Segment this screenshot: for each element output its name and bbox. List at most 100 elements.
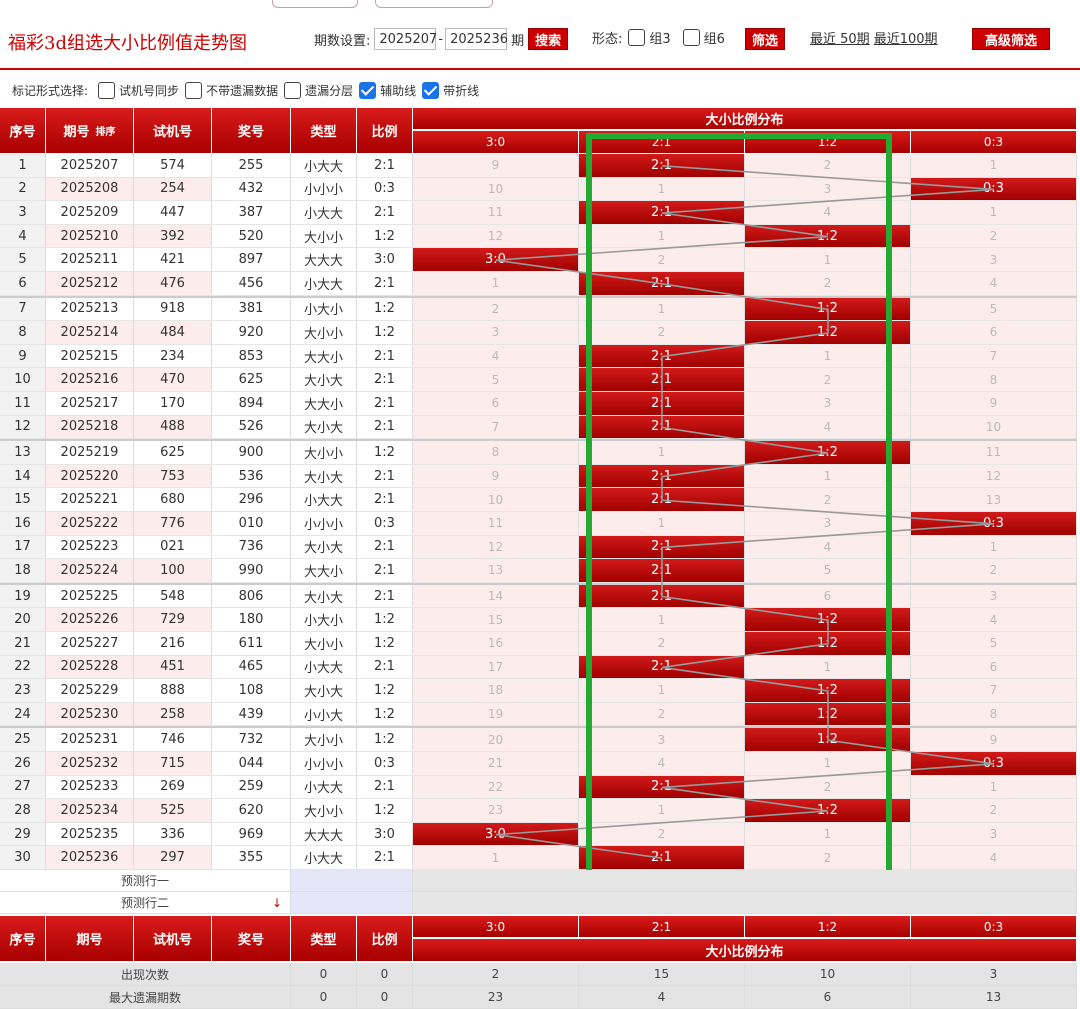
row-ratio: 0:3: [357, 512, 413, 536]
header-period[interactable]: 期号 排序: [46, 108, 134, 154]
miss-cell: 19: [413, 702, 579, 727]
recent-100-link[interactable]: 最近100期: [874, 28, 938, 47]
header-type: 类型: [291, 108, 357, 154]
recent-links: 最近 50期 最近100期: [802, 28, 938, 47]
row-ratio: 2:1: [357, 775, 413, 800]
row-prize: 990: [212, 559, 291, 583]
predict-row-1[interactable]: 预测行一: [0, 870, 291, 892]
row-trial: 776: [134, 512, 212, 536]
hit-cell: 0:3: [911, 752, 1077, 776]
miss-cell: 4: [911, 608, 1077, 632]
miss-cell: 2: [413, 297, 579, 322]
miss-cell: 3: [745, 392, 911, 416]
row-seq: 2: [0, 177, 46, 202]
mark-options-bar: 标记形式选择: 试机号同步 不带遗漏数据 遗漏分层 辅助线 带折线: [0, 76, 1080, 104]
predict-area-2: [413, 892, 1077, 914]
row-trial: 021: [134, 535, 212, 560]
hit-cell: 1:2: [745, 297, 911, 322]
row-prize: 180: [212, 608, 291, 632]
row-prize: 806: [212, 584, 291, 609]
header-prize: 奖号: [212, 108, 291, 154]
header-bar: 福彩3d组选大小比例值走势图 期数设置: 2025207 - 2025236 期…: [0, 12, 1080, 70]
row-prize: 520: [212, 224, 291, 249]
miss-cell: 12: [413, 224, 579, 249]
aux-line-checkbox[interactable]: [359, 81, 377, 99]
shape-controls: 形态: 组3 组6: [592, 28, 725, 47]
row-seq: 16: [0, 512, 46, 536]
top-tab-1[interactable]: [272, 0, 358, 8]
row-prize: 536: [212, 464, 291, 489]
miss-cell: 1: [911, 535, 1077, 560]
row-trial: 715: [134, 752, 212, 776]
row-trial: 918: [134, 297, 212, 322]
row-ratio: 2:1: [357, 201, 413, 225]
footer-header-col-1: 2:1: [579, 916, 745, 938]
footer-header-col-2: 1:2: [745, 916, 911, 938]
predict-input-2[interactable]: [291, 892, 413, 914]
row-trial: 625: [134, 441, 212, 465]
arrow-down-icon[interactable]: ↓: [272, 896, 282, 910]
row-ratio: 1:2: [357, 679, 413, 703]
row-ratio: 1:2: [357, 702, 413, 727]
miss-layer-checkbox[interactable]: [284, 81, 302, 99]
row-type: 大大大: [291, 248, 357, 272]
miss-cell: 2: [745, 154, 911, 178]
row-prize: 894: [212, 392, 291, 416]
miss-cell: 4: [911, 272, 1077, 296]
group3-label: 组3: [649, 32, 671, 47]
polyline-checkbox[interactable]: [422, 81, 440, 99]
miss-cell: 6: [745, 584, 911, 609]
miss-cell: 3: [745, 512, 911, 536]
miss-cell: 10: [911, 415, 1077, 440]
row-trial: 470: [134, 368, 212, 392]
hit-cell: 2:1: [579, 846, 745, 870]
row-seq: 22: [0, 655, 46, 680]
predict-row-2[interactable]: 预测行二 ↓: [0, 892, 291, 914]
search-button[interactable]: 搜索: [528, 28, 569, 50]
trial-sync-checkbox[interactable]: [98, 81, 116, 99]
row-ratio: 2:1: [357, 344, 413, 369]
from-period-input[interactable]: 2025207: [374, 28, 437, 50]
no-miss-checkbox[interactable]: [185, 81, 203, 99]
miss-cell: 12: [413, 535, 579, 560]
row-type: 小大小: [291, 297, 357, 322]
header-dist: 大小比例分布: [413, 108, 1077, 130]
row-trial: 729: [134, 608, 212, 632]
row-type: 大大大: [291, 822, 357, 847]
filter-button[interactable]: 筛选: [745, 28, 786, 50]
miss-cell: 8: [911, 702, 1077, 727]
miss-cell: 1: [745, 248, 911, 272]
row-trial: 746: [134, 728, 212, 752]
row-period: 2025213: [46, 297, 134, 322]
hit-cell: 0:3: [911, 512, 1077, 536]
row-prize: 853: [212, 344, 291, 369]
top-tab-2[interactable]: [375, 0, 493, 8]
predict-input-1[interactable]: [291, 870, 413, 892]
miss-cell: 13: [413, 559, 579, 583]
miss-cell: 2: [579, 822, 745, 847]
group6-checkbox[interactable]: [682, 29, 700, 46]
row-seq: 6: [0, 272, 46, 296]
to-period-input[interactable]: 2025236: [445, 28, 508, 50]
row-prize: 296: [212, 488, 291, 512]
row-seq: 3: [0, 201, 46, 225]
sort-button[interactable]: 排序: [96, 123, 116, 138]
miss-cell: 9: [413, 464, 579, 489]
row-seq: 9: [0, 344, 46, 369]
row-ratio: 2:1: [357, 535, 413, 560]
row-prize: 736: [212, 535, 291, 560]
advanced-filter-button[interactable]: 高级筛选: [972, 28, 1050, 50]
row-prize: 044: [212, 752, 291, 776]
miss-cell: 6: [911, 321, 1077, 345]
row-ratio: 1:2: [357, 799, 413, 823]
miss-cell: 15: [413, 608, 579, 632]
row-trial: 447: [134, 201, 212, 225]
miss-cell: 7: [911, 344, 1077, 369]
miss-cell: 2: [911, 224, 1077, 249]
miss-layer-label: 遗漏分层: [305, 83, 354, 98]
miss-cell: 2: [745, 775, 911, 800]
row-trial: 753: [134, 464, 212, 489]
group3-checkbox[interactable]: [628, 29, 646, 46]
row-type: 小大大: [291, 201, 357, 225]
recent-50-link[interactable]: 最近 50期: [810, 28, 870, 47]
